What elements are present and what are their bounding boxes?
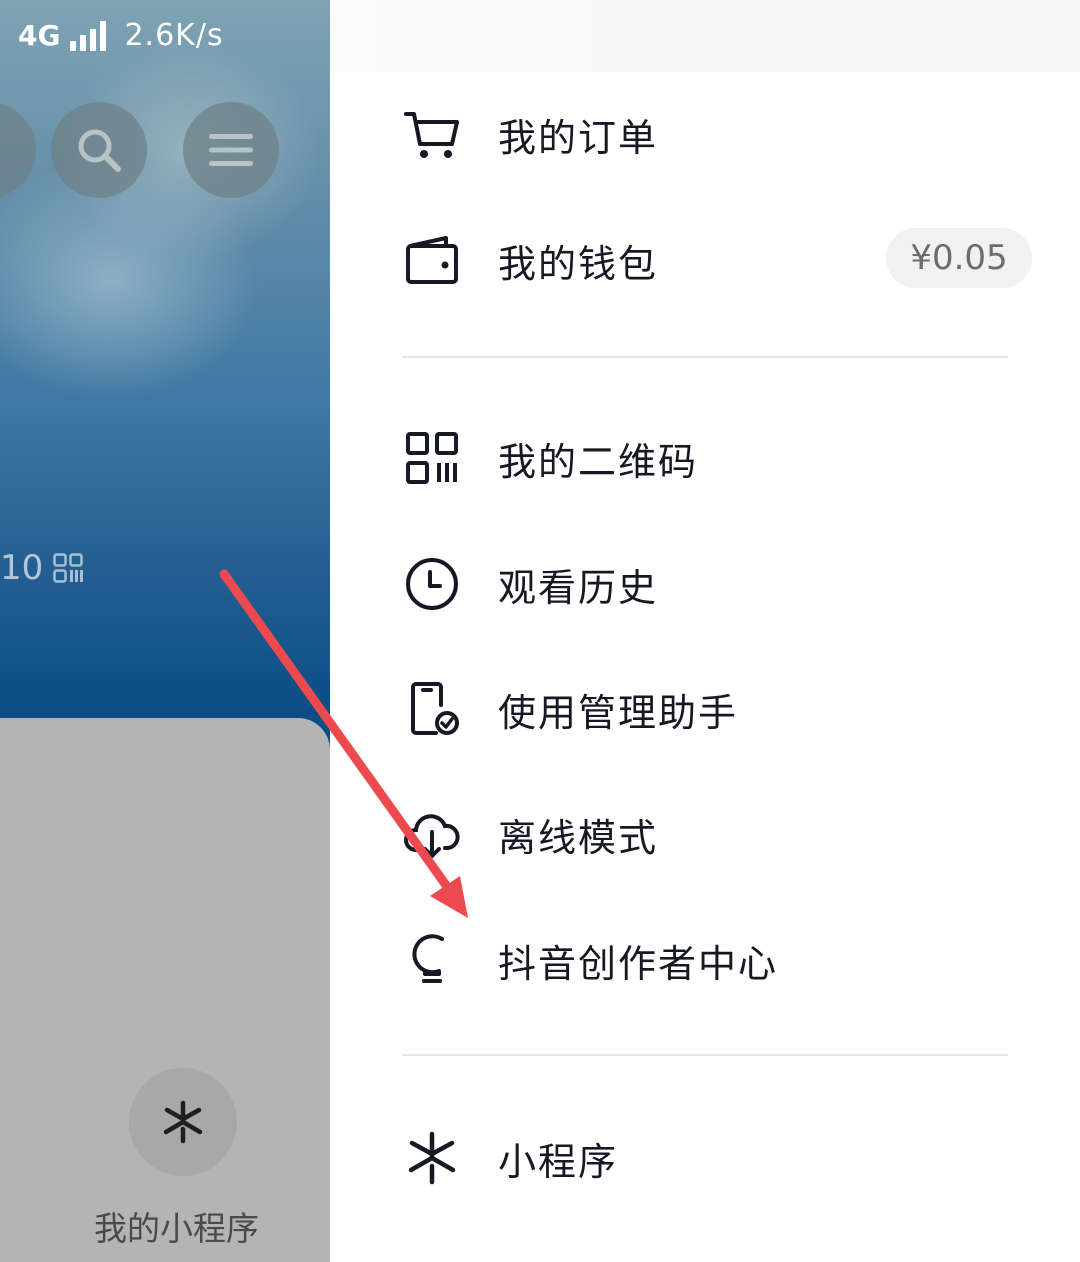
menu-item-label: 使用管理助手 — [498, 690, 739, 735]
menu-item-watch-history[interactable]: 观看历史 — [402, 544, 1032, 624]
wallet-icon — [402, 230, 462, 290]
network-speed: 2.6K/s — [124, 18, 224, 53]
mini-program-icon — [402, 1128, 462, 1188]
menu-item-creator-center[interactable]: 抖音创作者中心 — [402, 920, 1032, 1000]
mini-program-icon — [163, 1100, 203, 1144]
menu-item-orders[interactable]: 我的订单 — [402, 94, 1032, 174]
search-icon — [78, 129, 121, 172]
drawer-status-strip — [330, 0, 1080, 72]
profile-background[interactable]: 4G 2.6K/s 10 我的小程序 — [0, 0, 330, 1262]
profile-id-fragment: 10 — [0, 548, 84, 588]
menu-item-label: 观看历史 — [498, 565, 659, 610]
signal-icon — [70, 20, 107, 51]
menu-item-label: 我的二维码 — [498, 439, 699, 484]
menu-item-label: 我的钱包 — [498, 241, 659, 286]
divider — [402, 1054, 1008, 1056]
menu-item-mini-programs[interactable]: 小程序 — [402, 1118, 1032, 1198]
divider — [402, 356, 1008, 358]
my-mini-programs-label: 我的小程序 — [94, 1209, 259, 1248]
cart-icon — [402, 104, 462, 164]
search-button[interactable] — [51, 102, 147, 198]
clock-icon — [402, 554, 462, 614]
qr-code-icon — [53, 553, 84, 583]
screen: 4G 2.6K/s 10 我的小程序 我的订单 我的钱包 ¥0.05 我的二维码… — [0, 0, 1080, 1262]
wallet-balance-badge: ¥0.05 — [886, 228, 1032, 288]
menu-button[interactable] — [183, 102, 279, 198]
menu-item-label: 离线模式 — [498, 815, 659, 860]
cloud-download-icon — [402, 804, 462, 864]
network-type: 4G — [18, 19, 61, 52]
profile-content-card — [0, 718, 330, 1262]
menu-item-offline-mode[interactable]: 离线模式 — [402, 794, 1032, 874]
hamburger-icon — [209, 134, 253, 166]
status-bar: 4G 2.6K/s — [18, 18, 224, 53]
lightbulb-icon — [402, 930, 462, 990]
menu-item-qr-code[interactable]: 我的二维码 — [402, 418, 1032, 498]
side-drawer: 我的订单 我的钱包 ¥0.05 我的二维码 观看历史 使用管理助手 离线模式 抖… — [330, 0, 1080, 1262]
menu-item-label: 抖音创作者中心 — [498, 941, 779, 986]
menu-item-label: 小程序 — [498, 1139, 619, 1184]
phone-check-icon — [402, 679, 462, 739]
menu-item-usage-assistant[interactable]: 使用管理助手 — [402, 669, 1032, 749]
profile-id-text: 10 — [0, 548, 44, 588]
qr-code-icon — [402, 428, 462, 488]
my-mini-programs-button[interactable] — [129, 1068, 237, 1176]
menu-item-label: 我的订单 — [498, 115, 659, 160]
